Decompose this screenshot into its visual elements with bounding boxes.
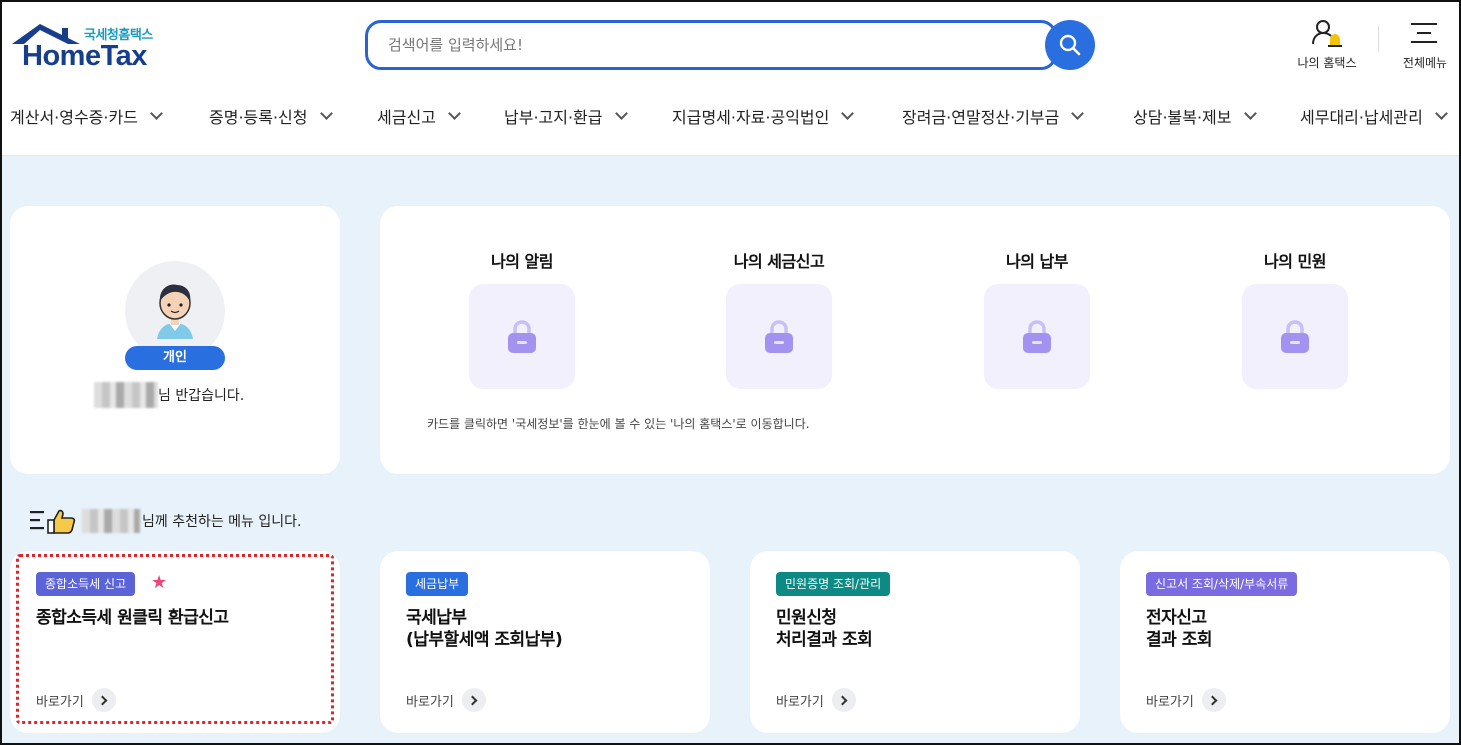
main-nav: 계산서·영수증·카드 증명·등록·신청 세금신고 납부·고지·환급 지급명세·자… [0,96,1461,134]
chevron-down-icon [614,107,628,120]
user-bell-icon [1312,20,1342,47]
greeting-text: 님 반갑습니다. [94,382,244,408]
all-menu-label: 전체메뉴 [1402,56,1448,70]
shortcut-link[interactable]: 바로가기 [36,688,116,712]
recommend-text: 님께 추천하는 메뉴 입니다. [142,514,302,530]
header-divider [1378,26,1379,52]
blurred-username [82,509,140,533]
nav-item-consulting[interactable]: 상담·불복·제보 [1133,104,1257,128]
logo-title: HomeTax [22,40,147,72]
search-box[interactable] [365,20,1057,70]
recommend-heading: 님께 추천하는 메뉴 입니다. [30,508,301,534]
my-alerts-title: 나의 알림 [491,252,553,271]
nav-item-label: 납부·고지·환급 [504,108,603,127]
my-summary-note: 카드를 클릭하면 '국세정보'를 한눈에 볼 수 있는 '나의 홈택스'로 이동… [427,417,810,431]
my-tax-filing-tile[interactable] [726,284,832,389]
shortcut-link[interactable]: 바로가기 [1146,688,1226,712]
nav-item-certificate[interactable]: 증명·등록·신청 [209,104,333,128]
menu-card-tax-payment[interactable]: 세금납부 국세납부 (납부할세액 조회납부) 바로가기 [380,551,710,733]
nav-item-tax-filing[interactable]: 세금신고 [377,104,461,128]
shortcut-link[interactable]: 바로가기 [406,688,486,712]
nav-item-incentive[interactable]: 장려금·연말정산·기부금 [902,104,1085,128]
my-civil-petition-item[interactable]: 나의 민원 [1235,248,1355,389]
category-tag: 민원증명 조회/관리 [776,572,891,596]
chevron-down-icon [841,107,855,120]
search-button[interactable] [1045,20,1095,70]
nav-item-agency[interactable]: 세무대리·납세관리 [1300,104,1448,128]
search-icon [1059,34,1081,56]
my-payment-title: 나의 납부 [1006,252,1068,271]
lock-icon [1023,319,1051,353]
shortcut-label: 바로가기 [406,694,454,710]
my-tax-filing-item[interactable]: 나의 세금신고 [719,248,839,389]
chevron-right-icon [461,688,486,712]
nav-item-label: 장려금·연말정산·기부금 [902,108,1060,127]
my-civil-petition-title: 나의 민원 [1264,252,1326,271]
nav-item-payment[interactable]: 납부·고지·환급 [504,104,628,128]
my-civil-petition-tile[interactable] [1242,284,1348,389]
menu-card-income-tax-refund[interactable]: 종합소득세 신고 ★ 종합소득세 원클릭 환급신고 바로가기 [10,551,340,733]
menu-card-title: 민원신청 처리결과 조회 [776,608,873,650]
my-tax-filing-title: 나의 세금신고 [733,252,825,271]
lock-icon [765,319,793,353]
chevron-down-icon [1434,107,1448,120]
shortcut-label: 바로가기 [1146,694,1194,710]
lock-icon [1281,319,1309,353]
category-tag: 신고서 조회/삭제/부속서류 [1146,572,1298,596]
my-summary-card: 나의 알림 나의 세금신고 나의 납부 나의 민원 카드를 클릭하면 '국세정보… [380,206,1450,474]
nav-item-label: 계산서·영수증·카드 [10,108,138,127]
greeting-label: 님 반갑습니다. [158,388,245,404]
nav-item-statement[interactable]: 지급명세·자료·공익법인 [672,104,855,128]
category-tag: 종합소득세 신고 [36,572,136,596]
nav-item-label: 상담·불복·제보 [1133,108,1232,127]
chevron-down-icon [448,107,461,120]
my-alerts-item[interactable]: 나의 알림 [462,248,582,389]
shortcut-link[interactable]: 바로가기 [776,688,856,712]
chevron-right-icon [91,688,116,712]
chevron-down-icon [1071,107,1085,120]
my-payment-item[interactable]: 나의 납부 [977,248,1097,389]
chevron-right-icon [831,688,856,712]
shortcut-label: 바로가기 [776,694,824,710]
favorite-star-icon[interactable]: ★ [151,573,167,593]
user-type-badge: 개인 [125,346,225,370]
chevron-down-icon [1243,107,1257,120]
shortcut-label: 바로가기 [36,694,84,710]
chevron-down-icon [319,107,333,120]
lock-icon [508,319,536,353]
my-hometax-label: 나의 홈택스 [1297,56,1357,70]
all-menu-button[interactable]: 전체메뉴 [1398,18,1452,74]
category-tag: 세금납부 [406,572,469,596]
chevron-down-icon [150,107,163,120]
search-input[interactable] [368,23,1054,67]
nav-item-invoice[interactable]: 계산서·영수증·카드 [10,104,163,128]
nav-item-label: 증명·등록·신청 [209,108,308,127]
menu-card-civil-petition[interactable]: 민원증명 조회/관리 민원신청 처리결과 조회 바로가기 [750,551,1080,733]
my-hometax-button[interactable]: 나의 홈택스 [1290,18,1362,74]
hometax-logo[interactable]: 국세청홈택스 HomeTax [10,20,170,72]
thumbs-up-list-icon [30,509,76,534]
menu-card-title: 국세납부 (납부할세액 조회납부) [406,608,563,650]
nav-item-label: 세금신고 [377,108,436,127]
chevron-right-icon [1201,688,1226,712]
my-alerts-tile[interactable] [469,284,575,389]
profile-card: 개인 님 반갑습니다. [10,206,340,474]
my-payment-tile[interactable] [984,284,1090,389]
menu-card-title: 종합소득세 원클릭 환급신고 [36,608,229,628]
nav-item-label: 세무대리·납세관리 [1300,108,1423,127]
header: 국세청홈택스 HomeTax 나의 홈택스 전체메뉴 계산서·영수증·카드 증명… [0,0,1461,156]
menu-card-e-filing-result[interactable]: 신고서 조회/삭제/부속서류 전자신고 결과 조회 바로가기 [1120,551,1450,733]
nav-item-label: 지급명세·자료·공익법인 [672,108,830,127]
blurred-username [94,382,158,408]
hamburger-menu-icon [1411,23,1437,43]
menu-card-title: 전자신고 결과 조회 [1146,608,1212,650]
